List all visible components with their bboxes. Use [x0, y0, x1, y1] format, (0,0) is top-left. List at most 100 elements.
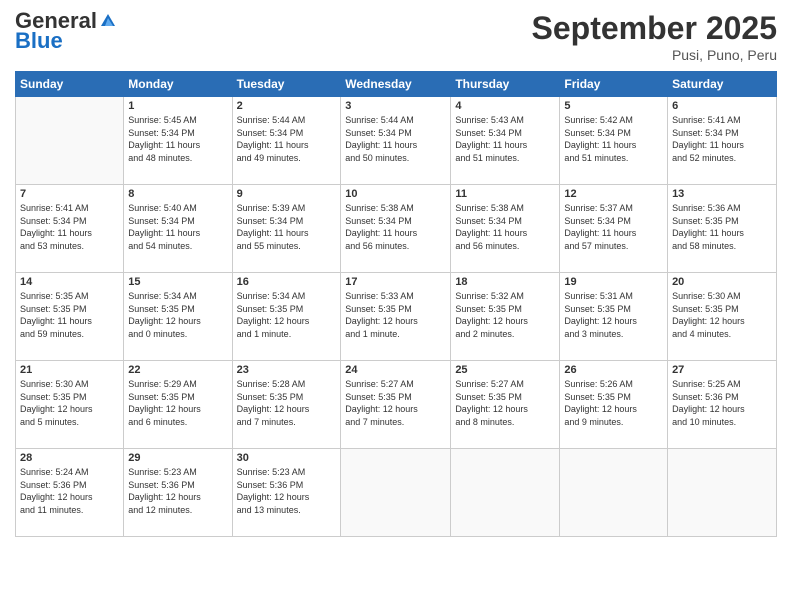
- calendar-cell: 20Sunrise: 5:30 AM Sunset: 5:35 PM Dayli…: [668, 273, 777, 361]
- header: General Blue September 2025 Pusi, Puno, …: [15, 10, 777, 63]
- day-number: 7: [20, 188, 119, 200]
- month-title: September 2025: [532, 10, 777, 47]
- day-info: Sunrise: 5:29 AM Sunset: 5:35 PM Dayligh…: [128, 378, 227, 428]
- header-friday: Friday: [560, 72, 668, 97]
- day-number: 6: [672, 100, 772, 112]
- calendar-cell: 22 Sunrise: 5:29 AM Sunset: 5:35 PM Dayli…: [124, 361, 232, 449]
- day-info: Sunrise: 5:45 AM Sunset: 5:34 PM Dayligh…: [128, 114, 227, 164]
- day-number: 13: [672, 188, 772, 200]
- day-info: Sunrise: 5:25 AM Sunset: 5:36 PM Dayligh…: [672, 378, 772, 428]
- calendar-cell: 3Sunrise: 5:44 AM Sunset: 5:34 PM Daylig…: [341, 97, 451, 185]
- calendar-cell: 2 Sunrise: 5:44 AM Sunset: 5:34 PM Daylig…: [232, 97, 341, 185]
- calendar-cell: 15 Sunrise: 5:34 AM Sunset: 5:35 PM Dayli…: [124, 273, 232, 361]
- calendar-cell: [560, 449, 668, 537]
- day-number: 10: [345, 188, 446, 200]
- calendar-cell: 1 Sunrise: 5:45 AM Sunset: 5:34 PM Daylig…: [124, 97, 232, 185]
- calendar-week-row: 7Sunrise: 5:41 AM Sunset: 5:34 PM Daylig…: [16, 185, 777, 273]
- calendar-cell: [668, 449, 777, 537]
- calendar-cell: 14 Sunrise: 5:35 AM Sunset: 5:35 PM Dayli…: [16, 273, 124, 361]
- title-block: September 2025 Pusi, Puno, Peru: [532, 10, 777, 63]
- calendar-cell: 28 Sunrise: 5:24 AM Sunset: 5:36 PM Dayli…: [16, 449, 124, 537]
- day-number: 28: [20, 452, 119, 464]
- calendar-cell: 13 Sunrise: 5:36 AM Sunset: 5:35 PM Dayli…: [668, 185, 777, 273]
- calendar-cell: 10 Sunrise: 5:38 AM Sunset: 5:34 PM Dayli…: [341, 185, 451, 273]
- header-tuesday: Tuesday: [232, 72, 341, 97]
- day-info: Sunrise: 5:23 AM Sunset: 5:36 PM Dayligh…: [237, 466, 337, 516]
- day-info: Sunrise: 5:32 AM Sunset: 5:35 PM Dayligh…: [455, 290, 555, 340]
- day-info: Sunrise: 5:42 AM Sunset: 5:34 PM Dayligh…: [564, 114, 663, 164]
- day-number: 22: [128, 364, 227, 376]
- day-info: Sunrise: 5:31 AM Sunset: 5:35 PM Dayligh…: [564, 290, 663, 340]
- day-info: Sunrise: 5:39 AM Sunset: 5:34 PM Dayligh…: [237, 202, 337, 252]
- day-number: 18: [455, 276, 555, 288]
- day-number: 14: [20, 276, 119, 288]
- calendar-cell: 4 Sunrise: 5:43 AM Sunset: 5:34 PM Daylig…: [451, 97, 560, 185]
- day-info: Sunrise: 5:30 AM Sunset: 5:35 PM Dayligh…: [20, 378, 119, 428]
- day-info: Sunrise: 5:43 AM Sunset: 5:34 PM Dayligh…: [455, 114, 555, 164]
- day-info: Sunrise: 5:27 AM Sunset: 5:35 PM Dayligh…: [455, 378, 555, 428]
- day-info: Sunrise: 5:38 AM Sunset: 5:34 PM Dayligh…: [455, 202, 555, 252]
- calendar-week-row: 28 Sunrise: 5:24 AM Sunset: 5:36 PM Dayli…: [16, 449, 777, 537]
- header-saturday: Saturday: [668, 72, 777, 97]
- day-number: 4: [455, 100, 555, 112]
- day-info: Sunrise: 5:36 AM Sunset: 5:35 PM Dayligh…: [672, 202, 772, 252]
- day-number: 17: [345, 276, 446, 288]
- day-info: Sunrise: 5:34 AM Sunset: 5:35 PM Dayligh…: [128, 290, 227, 340]
- calendar-cell: [341, 449, 451, 537]
- day-number: 8: [128, 188, 227, 200]
- day-number: 30: [237, 452, 337, 464]
- calendar-cell: 18 Sunrise: 5:32 AM Sunset: 5:35 PM Dayli…: [451, 273, 560, 361]
- page: General Blue September 2025 Pusi, Puno, …: [0, 0, 792, 612]
- day-info: Sunrise: 5:37 AM Sunset: 5:34 PM Dayligh…: [564, 202, 663, 252]
- header-sunday: Sunday: [16, 72, 124, 97]
- day-number: 15: [128, 276, 227, 288]
- header-monday: Monday: [124, 72, 232, 97]
- calendar-cell: 23Sunrise: 5:28 AM Sunset: 5:35 PM Dayli…: [232, 361, 341, 449]
- calendar-cell: 5Sunrise: 5:42 AM Sunset: 5:34 PM Daylig…: [560, 97, 668, 185]
- day-info: Sunrise: 5:26 AM Sunset: 5:35 PM Dayligh…: [564, 378, 663, 428]
- day-number: 29: [128, 452, 227, 464]
- calendar-cell: 17Sunrise: 5:33 AM Sunset: 5:35 PM Dayli…: [341, 273, 451, 361]
- calendar-table: Sunday Monday Tuesday Wednesday Thursday…: [15, 71, 777, 537]
- day-info: Sunrise: 5:40 AM Sunset: 5:34 PM Dayligh…: [128, 202, 227, 252]
- calendar-cell: 27 Sunrise: 5:25 AM Sunset: 5:36 PM Dayli…: [668, 361, 777, 449]
- calendar-cell: 24 Sunrise: 5:27 AM Sunset: 5:35 PM Dayli…: [341, 361, 451, 449]
- calendar-cell: 11Sunrise: 5:38 AM Sunset: 5:34 PM Dayli…: [451, 185, 560, 273]
- day-number: 3: [345, 100, 446, 112]
- calendar-cell: 7Sunrise: 5:41 AM Sunset: 5:34 PM Daylig…: [16, 185, 124, 273]
- day-number: 21: [20, 364, 119, 376]
- day-info: Sunrise: 5:44 AM Sunset: 5:34 PM Dayligh…: [237, 114, 337, 164]
- day-number: 20: [672, 276, 772, 288]
- calendar-cell: 26 Sunrise: 5:26 AM Sunset: 5:35 PM Dayli…: [560, 361, 668, 449]
- header-thursday: Thursday: [451, 72, 560, 97]
- day-number: 27: [672, 364, 772, 376]
- day-number: 24: [345, 364, 446, 376]
- day-number: 26: [564, 364, 663, 376]
- calendar-cell: 29 Sunrise: 5:23 AM Sunset: 5:36 PM Dayli…: [124, 449, 232, 537]
- calendar-week-row: 14 Sunrise: 5:35 AM Sunset: 5:35 PM Dayli…: [16, 273, 777, 361]
- calendar-cell: 9 Sunrise: 5:39 AM Sunset: 5:34 PM Daylig…: [232, 185, 341, 273]
- calendar-cell: 6 Sunrise: 5:41 AM Sunset: 5:34 PM Daylig…: [668, 97, 777, 185]
- day-info: Sunrise: 5:41 AM Sunset: 5:34 PM Dayligh…: [672, 114, 772, 164]
- day-info: Sunrise: 5:38 AM Sunset: 5:34 PM Dayligh…: [345, 202, 446, 252]
- logo-icon: [99, 12, 117, 28]
- day-number: 12: [564, 188, 663, 200]
- header-wednesday: Wednesday: [341, 72, 451, 97]
- day-number: 25: [455, 364, 555, 376]
- day-info: Sunrise: 5:24 AM Sunset: 5:36 PM Dayligh…: [20, 466, 119, 516]
- day-number: 1: [128, 100, 227, 112]
- calendar-cell: 30 Sunrise: 5:23 AM Sunset: 5:36 PM Dayli…: [232, 449, 341, 537]
- calendar-week-row: 1 Sunrise: 5:45 AM Sunset: 5:34 PM Daylig…: [16, 97, 777, 185]
- day-info: Sunrise: 5:23 AM Sunset: 5:36 PM Dayligh…: [128, 466, 227, 516]
- logo-blue: Blue: [15, 30, 63, 52]
- calendar-cell: 25 Sunrise: 5:27 AM Sunset: 5:35 PM Dayli…: [451, 361, 560, 449]
- location-subtitle: Pusi, Puno, Peru: [532, 47, 777, 63]
- day-info: Sunrise: 5:35 AM Sunset: 5:35 PM Dayligh…: [20, 290, 119, 340]
- day-info: Sunrise: 5:27 AM Sunset: 5:35 PM Dayligh…: [345, 378, 446, 428]
- calendar-cell: [451, 449, 560, 537]
- day-number: 9: [237, 188, 337, 200]
- day-number: 23: [237, 364, 337, 376]
- logo: General Blue: [15, 10, 117, 52]
- day-number: 2: [237, 100, 337, 112]
- calendar-cell: 16Sunrise: 5:34 AM Sunset: 5:35 PM Dayli…: [232, 273, 341, 361]
